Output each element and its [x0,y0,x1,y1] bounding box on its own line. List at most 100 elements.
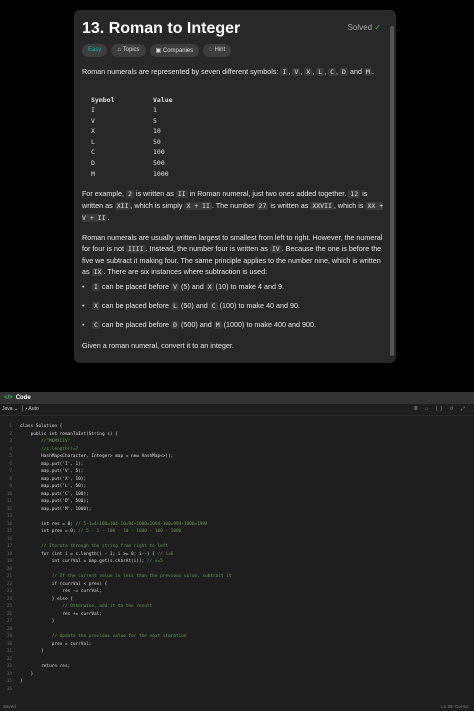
symbol-row: X 10 [91,126,173,137]
symbol-cell: L [91,137,95,146]
line-number: 28 [6,626,12,632]
hint-tag[interactable]: ◌ Hint [203,44,232,57]
editor-toolbar: Java ⌄ │ ▪ Auto ≣ ⌂ {} ↺ ⤢ [0,404,474,416]
line-source: return res; [20,664,71,669]
mode-label[interactable]: Auto [28,406,38,412]
line-source: // Update the previous value for the nex… [20,633,187,640]
line-source: map.put('M', 1000); [20,506,92,512]
companies-label: Companies [162,48,194,54]
difficulty-tag[interactable]: Easy [82,44,108,57]
line-source: prev = currVal; [20,641,92,647]
inline-code: D [340,68,348,76]
inline-code: 2 [125,190,134,198]
inline-code: IX [91,268,104,276]
paragraph-text: . The number [211,201,257,210]
bulb-icon: ◌ [209,47,213,53]
code-line: 33 return res; [0,663,474,671]
symbol-cell: X [91,127,95,136]
code-line: 14 int res = 0; // 5-1=4+100=104-10=94+1… [0,521,474,529]
case-text: (10) to make 4 and 9. [213,282,285,291]
line-number: 19 [6,559,12,564]
editor-title: Code [15,395,31,401]
symbol-cell: M [91,169,95,178]
paragraph-text: . There are six instances where subtract… [103,267,268,276]
line-source: int res = 0; // 5-1=4+100=104-10=94+1000… [20,521,208,527]
paragraph-text: in Roman numeral, just two ones added to… [187,189,349,198]
inline-code: II [175,190,188,198]
line-source: map.put('C', 100); [20,491,89,497]
line-number: 1 [9,424,12,429]
inline-code: X + II [184,202,212,210]
case-item: I can be placed before V (5) and X (10) … [82,282,316,291]
value-cell: 1 [153,106,157,114]
solved-badge: Solved ✓ [348,23,381,32]
line-source: //s.length()=7 [20,446,78,453]
line-source: //"MCMXCIV" [20,438,70,445]
code-line: 17 // Iterate through the string from ri… [0,543,474,551]
code-comment: //s.length()=7 [41,446,79,452]
line-number: 11 [6,499,12,504]
paragraph-text: For example, [82,189,126,198]
line-source: HashMap<Character, Integer> map = new Ha… [20,454,174,459]
topics-tag[interactable]: ⌂ Topics [111,44,146,57]
inline-code: IV [269,245,282,253]
code-line: 29 // Update the previous value for the … [0,633,474,641]
line-number: 34 [6,671,12,677]
problem-scrollbar[interactable] [390,26,394,356]
code-comment: // v=5 [146,559,163,564]
line-number: 23 [6,589,12,594]
tag-row: Easy ⌂ Topics ▣ Companies ◌ Hint [82,44,232,57]
inline-code: X [92,302,100,310]
paragraph-text: is written as [268,201,311,210]
inline-code: C [209,302,218,310]
code-line: 32 [0,656,474,664]
problem-title: 13. Roman to Integer [82,20,241,37]
closing-paragraph: Given a roman numeral, convert it to an … [82,341,234,350]
paragraph-text: , which is simply [130,201,185,210]
symbol-table: Symbol Value I 1 V 5 X 10 L 50 C 100 D 500 M 1000 [91,96,173,179]
inline-code: M [213,321,222,329]
line-source: // Otherwise, add it to the result [20,603,152,610]
line-source: map.put('V', 5); [20,469,84,474]
code-line: 31 } [0,648,474,656]
line-number: 2 [9,431,12,437]
line-number: 7 [9,469,12,474]
line-source: // Iterate through the string from right… [20,543,168,550]
symbol-row: D 500 [91,158,173,169]
line-source: } [20,619,55,624]
intro-symbols: I, V, X, L, C, D and M. [280,67,374,76]
language-select[interactable]: Java ⌄ [2,406,18,412]
code-line: 13 [0,513,474,521]
line-number: 13 [6,514,12,519]
line-number: 35 [6,679,12,684]
code-line: 5 HashMap<Character, Integer> map = new … [0,453,474,461]
example-paragraph: For example, 2 is written as II in Roman… [82,188,384,224]
inline-code: L [316,68,325,76]
line-number: 14 [6,521,12,527]
lock-icon: ▣ [155,48,162,54]
inline-code: V [171,283,179,291]
code-line: 10 map.put('C', 100); [0,491,474,499]
line-source: res += currVal; [20,611,102,617]
code-line: 3 //"MCMXCIV" [0,438,474,446]
line-number: 29 [6,634,12,639]
code-line: 23 res -= currVal; [0,588,474,596]
line-source: // If the current value is less than the… [20,573,232,580]
companies-tag[interactable]: ▣ Companies [149,44,200,57]
line-number: 33 [6,664,12,669]
inline-code: IIII [125,245,146,253]
line-source: if (currVal < prev) { [20,581,108,587]
code-comment: // 5 - 1 - 100 - 10 - 1000 - 100 - 1000 [78,529,182,534]
subtraction-cases: I can be placed before V (5) and X (10) … [82,282,316,339]
line-number: 27 [6,619,12,624]
case-text: (500) and [178,320,214,329]
inline-code: C [328,68,337,76]
editor-tool-icons[interactable]: ≣ ⌂ {} ↺ ⤢ [414,404,468,415]
code-line: 25 // Otherwise, add it to the result [0,603,474,611]
subtraction-paragraph: Roman numerals are usually written large… [82,232,384,278]
line-number: 4 [9,446,12,452]
symbol-row: V5 [91,116,173,127]
value-cell: 5 [153,116,157,125]
case-text: (50) and [178,301,210,310]
code-line: 27 } [0,618,474,626]
